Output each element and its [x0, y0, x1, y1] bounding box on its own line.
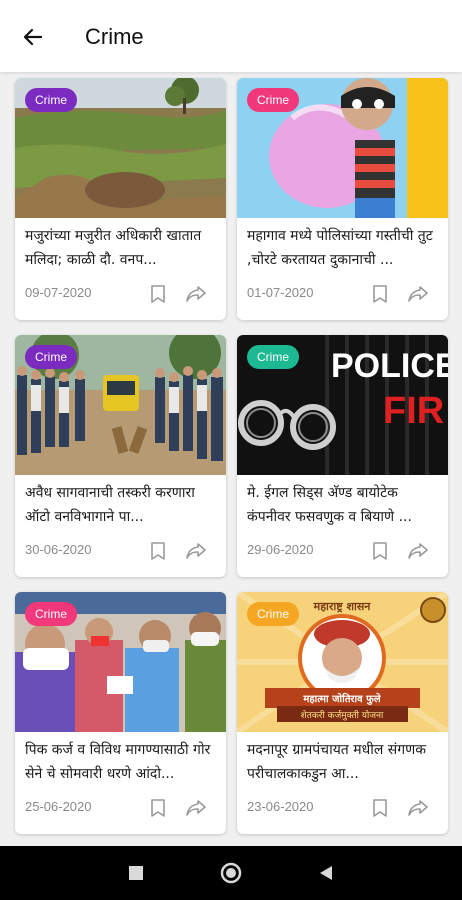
category-badge: Crime: [247, 88, 299, 112]
bookmark-icon[interactable]: [370, 540, 390, 562]
news-date: 25-06-2020: [25, 799, 92, 814]
square-icon[interactable]: [124, 861, 148, 885]
triangle-back-icon[interactable]: [314, 861, 338, 885]
share-icon[interactable]: [407, 797, 429, 819]
category-badge: Crime: [25, 602, 77, 626]
share-icon[interactable]: [185, 797, 207, 819]
category-badge: Crime: [247, 602, 299, 626]
news-headline: मदनापूर ग्रामपंचायत मधील संगणक परीचालकाक…: [247, 742, 427, 782]
police-image-text: POLICE: [331, 347, 448, 385]
news-card[interactable]: महाराष्ट्र शासन महात्मा जोतिराव फुले शेत…: [237, 592, 448, 834]
share-icon[interactable]: [185, 283, 207, 305]
news-date: 09-07-2020: [25, 285, 92, 300]
bookmark-icon[interactable]: [148, 283, 168, 305]
bookmark-icon[interactable]: [148, 797, 168, 819]
news-date: 23-06-2020: [247, 799, 314, 814]
poster-banner-text-2: शेतकरी कर्जमुक्ती योजना: [301, 709, 384, 721]
news-headline: अवैध सागवानाची तस्करी करणारा ऑटो वनविभाग…: [25, 485, 195, 525]
bookmark-icon[interactable]: [370, 283, 390, 305]
share-icon[interactable]: [185, 540, 207, 562]
news-card[interactable]: POLICE FIR Crime मे. ईगल सिड्स अ‍ॅण्ड बा…: [237, 335, 448, 577]
poster-banner-text-1: महात्मा जोतिराव फुले: [302, 692, 381, 705]
news-card[interactable]: Crime पिक कर्ज व विविध मागण्यासाठी गोर स…: [15, 592, 226, 834]
fir-image-text: FIR: [383, 390, 444, 432]
news-headline: मजुरांच्या मजुरीत अधिकारी खातात मलिदा; क…: [25, 228, 202, 268]
share-icon[interactable]: [407, 540, 429, 562]
news-card[interactable]: Crime महागाव मध्ये पोलिसांच्या गस्तीची त…: [237, 78, 448, 320]
page-title: Crime: [85, 24, 144, 49]
poster-top-text: महाराष्ट्र शासन: [313, 600, 372, 613]
news-date: 01-07-2020: [247, 285, 314, 300]
circle-home-icon[interactable]: [219, 861, 243, 885]
share-icon[interactable]: [407, 283, 429, 305]
category-badge: Crime: [25, 88, 77, 112]
arrow-left-icon[interactable]: [18, 22, 48, 52]
category-badge: Crime: [25, 345, 77, 369]
bookmark-icon[interactable]: [370, 797, 390, 819]
app-bar: Crime: [0, 0, 462, 72]
system-nav-bar: [0, 846, 462, 900]
category-badge: Crime: [247, 345, 299, 369]
news-date: 29-06-2020: [247, 542, 314, 557]
bookmark-icon[interactable]: [148, 540, 168, 562]
news-date: 30-06-2020: [25, 542, 92, 557]
news-card[interactable]: Crime मजुरांच्या मजुरीत अधिकारी खातात मल…: [15, 78, 226, 320]
news-headline: पिक कर्ज व विविध मागण्यासाठी गोर सेने चे…: [25, 742, 211, 782]
news-headline: महागाव मध्ये पोलिसांच्या गस्तीची तुट ,चो…: [247, 228, 433, 268]
news-headline: मे. ईगल सिड्स अ‍ॅण्ड बायोटेक कंपनीवर फसव…: [247, 485, 412, 525]
news-card[interactable]: Crime अवैध सागवानाची तस्करी करणारा ऑटो व…: [15, 335, 226, 577]
